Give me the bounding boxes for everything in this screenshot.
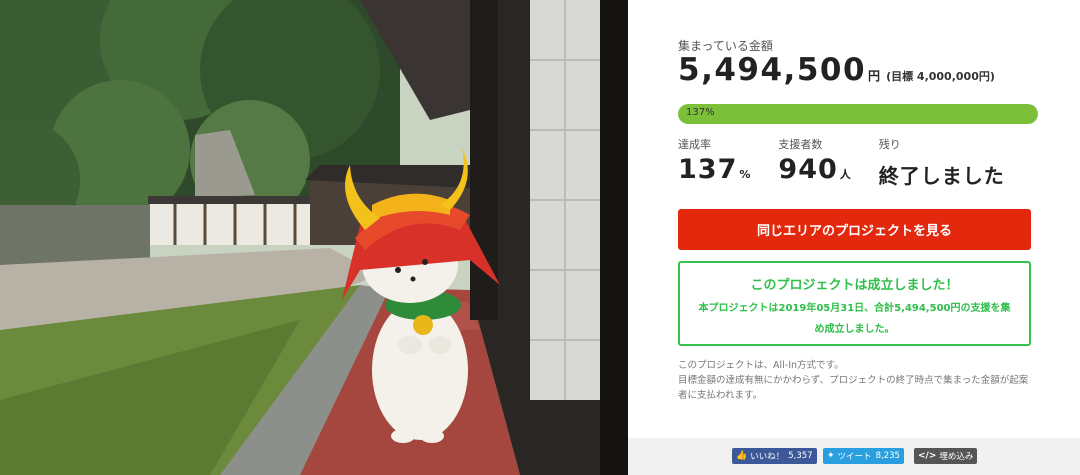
all-in-note-line2: 目標金額の達成有無にかかわらず、プロジェクトの終了時点で集まった金額が起案者に支… (678, 375, 1029, 401)
achievement-rate-unit: % (739, 168, 751, 181)
remaining-time: 残り 終了しました (879, 136, 1005, 189)
achievement-rate-value: 137 (678, 154, 738, 185)
tweet-count: 8,235 (875, 451, 900, 461)
tweet-button[interactable]: ✦ ツイート 8,235 (823, 448, 904, 464)
supporters-label: 支援者数 (778, 138, 823, 151)
supporters-unit: 人 (839, 168, 851, 181)
tweet-label: ツイート (837, 452, 872, 462)
supporters-count: 支援者数 940 人 (778, 136, 850, 189)
all-in-note-line1: このプロジェクトは、All-In方式です。 (678, 360, 844, 371)
same-area-projects-button[interactable]: 同じエリアのプロジェクトを見る (678, 209, 1031, 250)
remaining-value: 終了しました (878, 164, 1005, 188)
amount-currency: 円 (868, 69, 881, 83)
progress-bar-fill (678, 104, 1038, 124)
embed-button[interactable]: </> 埋め込み (914, 448, 978, 464)
thumbs-up-icon: 👍 (736, 451, 748, 461)
project-photo (0, 0, 628, 475)
twitter-bird-icon: ✦ (827, 451, 835, 461)
achievement-rate-label: 達成率 (678, 138, 711, 151)
amount-value: 5,494,500 (678, 52, 867, 88)
remaining-label: 残り (878, 138, 901, 151)
collected-amount: 5,494,500 円 (目標 4,000,000円) (678, 52, 995, 88)
all-in-note: このプロジェクトは、All-In方式です。 目標金額の達成有無にかかわらず、プロ… (678, 358, 1033, 403)
facebook-like-count: 5,357 (788, 451, 813, 461)
share-bar: 👍 いいね！ 5,357 ✦ ツイート 8,235 </> 埋め込み (628, 438, 1080, 475)
funding-panel: 集まっている金額 5,494,500 円 (目標 4,000,000円) 137… (628, 0, 1080, 475)
facebook-like-label: いいね！ (750, 452, 785, 462)
success-body: 本プロジェクトは2019年05月31日、合計5,494,500円の支援を集め成立… (698, 303, 1011, 335)
supporters-value: 940 (778, 154, 838, 185)
success-title: このプロジェクトは成立しました！ (750, 278, 959, 293)
success-notice: このプロジェクトは成立しました！ 本プロジェクトは2019年05月31日、合計5… (678, 261, 1031, 346)
goal-amount: (目標 4,000,000円) (886, 70, 995, 83)
facebook-like-button[interactable]: 👍 いいね！ 5,357 (732, 448, 817, 464)
embed-label: 埋め込み (939, 452, 974, 462)
progress-text: 137% (686, 107, 715, 118)
progress-bar: 137% (678, 104, 1038, 124)
stats-row: 達成率 137% 支援者数 940 人 残り 終了しました (678, 136, 1033, 189)
code-icon: </> (918, 451, 937, 461)
achievement-rate: 達成率 137% (678, 136, 750, 189)
